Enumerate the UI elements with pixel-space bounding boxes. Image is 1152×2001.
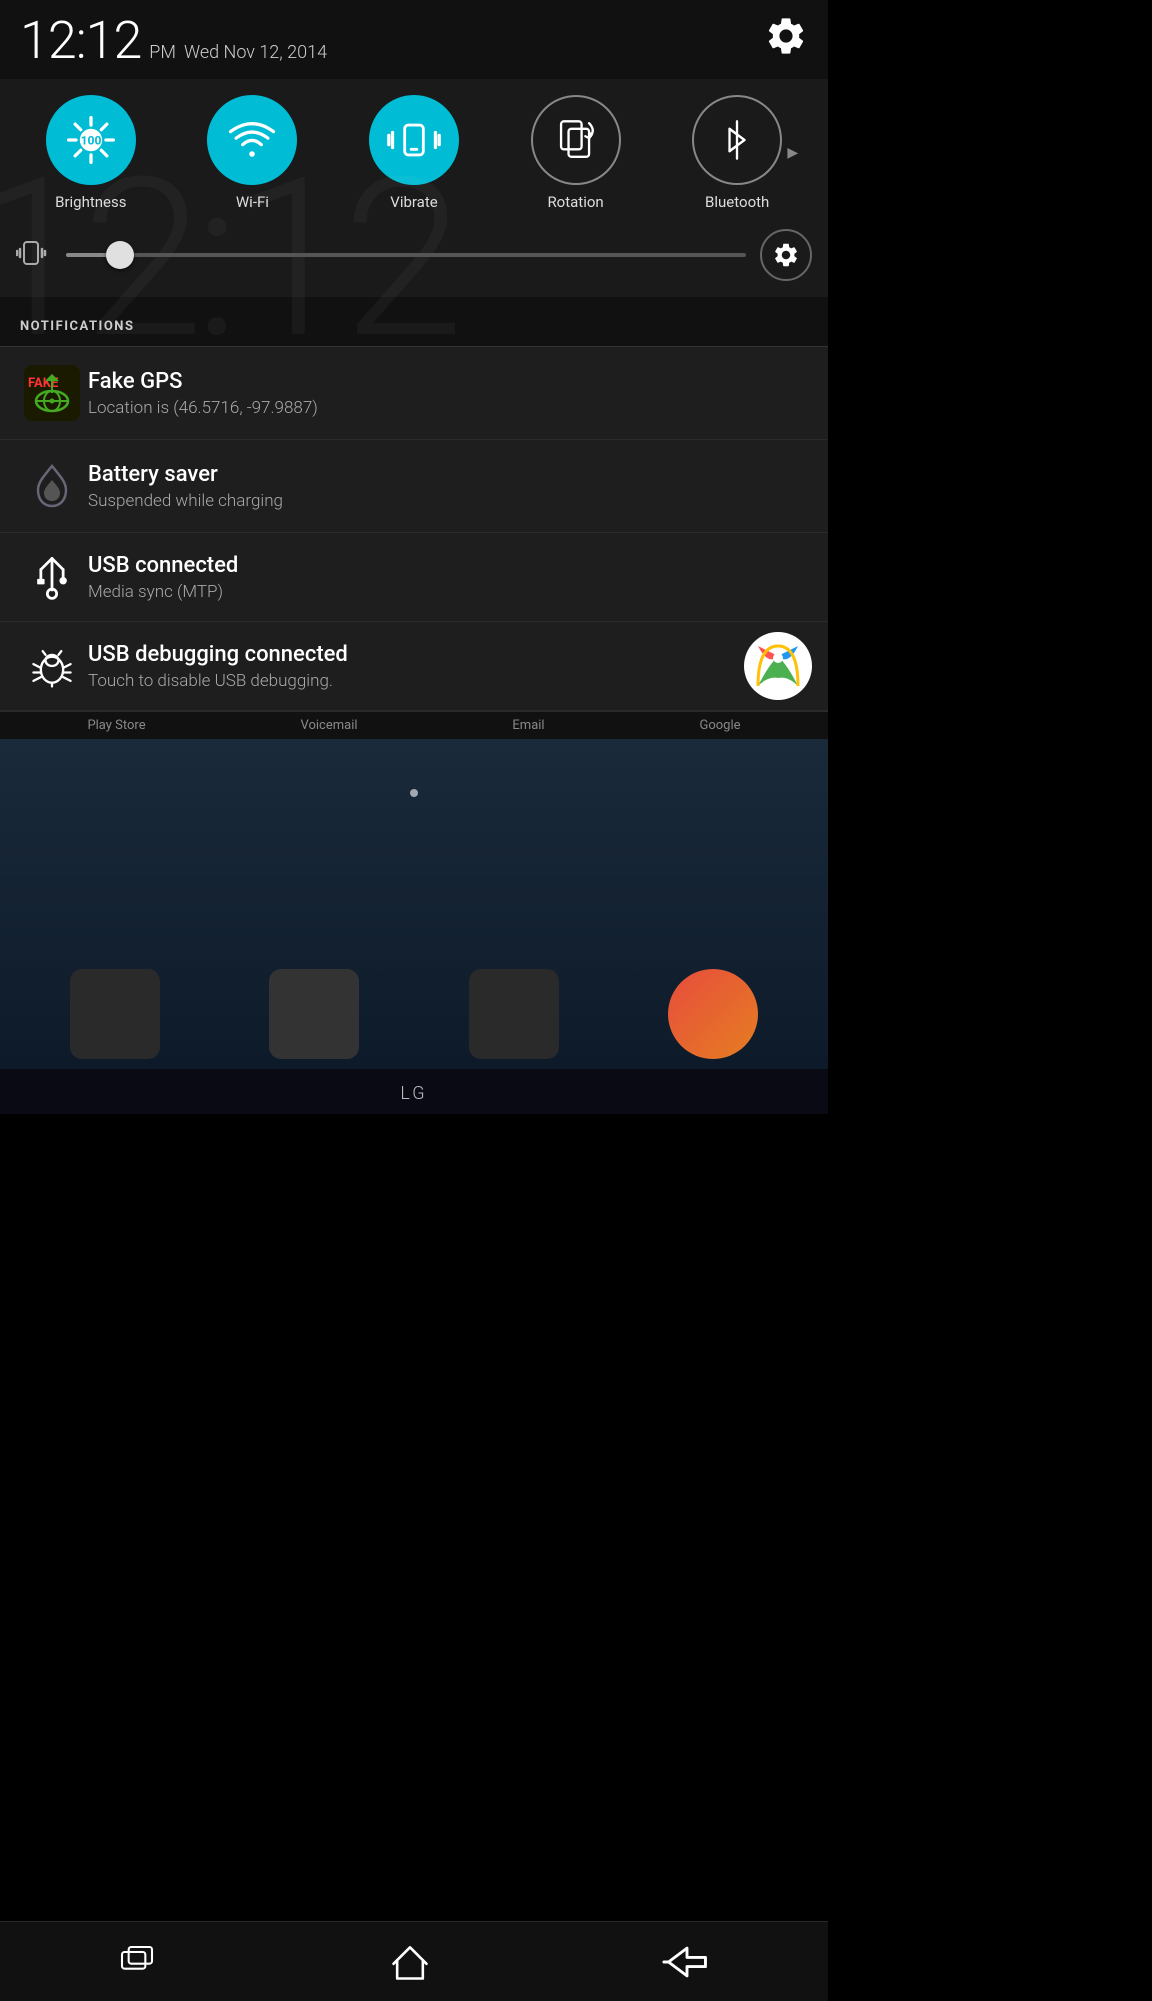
rotation-toggle[interactable]: Rotation <box>531 95 621 211</box>
usb-debug-subtitle: Touch to disable USB debugging. <box>88 671 812 691</box>
rotation-label: Rotation <box>547 193 603 211</box>
brightness-slider-row <box>0 219 828 297</box>
battery-saver-subtitle: Suspended while charging <box>88 491 812 511</box>
bottom-app-icons-row <box>0 969 828 1059</box>
lg-brand-section: LG <box>0 1069 828 1114</box>
fake-gps-subtitle: Location is (46.5716, -97.9887) <box>88 398 812 418</box>
slider-track <box>66 253 746 257</box>
brightness-toggle[interactable]: 100 Brightness <box>46 95 136 211</box>
wifi-label: Wi-Fi <box>236 193 269 211</box>
ampm-display: PM <box>149 42 176 63</box>
app-label-voicemail: Voicemail <box>300 718 357 733</box>
vibrate-toggle[interactable]: Vibrate <box>369 95 459 211</box>
usb-debug-icon-wrap <box>16 640 88 692</box>
battery-saver-icon-wrap <box>16 458 88 514</box>
quick-toggles-panel: 100 Brightness Wi-Fi <box>0 79 828 219</box>
svg-text:100: 100 <box>80 134 101 148</box>
time-display: 12:12 <box>20 10 141 71</box>
home-button[interactable] <box>354 1930 466 1994</box>
vibrate-circle[interactable] <box>369 95 459 185</box>
back-button[interactable] <box>627 1930 747 1994</box>
usb-connected-subtitle: Media sync (MTP) <box>88 582 812 602</box>
page-indicator <box>410 789 418 797</box>
usb-icon-wrap <box>16 551 88 603</box>
notification-usb-connected[interactable]: USB connected Media sync (MTP) <box>0 533 828 622</box>
settings-icon[interactable] <box>764 14 808 58</box>
vibrate-label: Vibrate <box>390 193 437 211</box>
app-icon-1[interactable] <box>70 969 160 1059</box>
nav-bar <box>0 1921 828 2001</box>
notification-list: FAKE Fake GPS Location is (46.5716, -97.… <box>0 347 828 711</box>
brightness-label: Brightness <box>55 193 126 211</box>
app-icon-google[interactable] <box>668 969 758 1059</box>
brightness-circle[interactable]: 100 <box>46 95 136 185</box>
brightness-slider[interactable] <box>66 253 746 257</box>
app-labels-row: Play Store Voicemail Email Google <box>0 711 828 739</box>
usb-connected-title: USB connected <box>88 553 812 578</box>
battery-saver-title: Battery saver <box>88 462 812 487</box>
lg-brand-text: LG <box>400 1073 427 1110</box>
app-label-email: Email <box>512 718 544 733</box>
app-icon-2[interactable] <box>269 969 359 1059</box>
notification-fake-gps[interactable]: FAKE Fake GPS Location is (46.5716, -97.… <box>0 347 828 440</box>
app-label-playstore: Play Store <box>87 718 145 733</box>
app-icon-3[interactable] <box>469 969 559 1059</box>
notifications-title: NOTIFICATIONS <box>20 319 134 334</box>
notification-battery-saver[interactable]: Battery saver Suspended while charging <box>0 440 828 533</box>
usb-debug-title: USB debugging connected <box>88 642 812 667</box>
recent-apps-button[interactable] <box>81 1932 193 1992</box>
rotation-circle[interactable] <box>531 95 621 185</box>
bluetooth-circle[interactable] <box>692 95 782 185</box>
homescreen-area <box>0 739 828 1069</box>
app-label-google: Google <box>699 718 740 733</box>
notification-usb-debug[interactable]: USB debugging connected Touch to disable… <box>0 622 828 711</box>
google-maps-icon <box>744 632 812 700</box>
brightness-settings-button[interactable] <box>760 229 812 281</box>
date-display: Wed Nov 12, 2014 <box>184 42 327 63</box>
vibrate-phone-icon <box>16 237 52 273</box>
slider-thumb[interactable] <box>106 241 134 269</box>
usb-connected-text: USB connected Media sync (MTP) <box>88 553 812 602</box>
fake-gps-title: Fake GPS <box>88 369 812 394</box>
battery-saver-text: Battery saver Suspended while charging <box>88 462 812 511</box>
usb-debug-text: USB debugging connected Touch to disable… <box>88 642 812 691</box>
fake-gps-icon-wrap: FAKE <box>16 365 88 421</box>
time-block: 12:12 PM Wed Nov 12, 2014 <box>20 10 327 71</box>
wifi-circle[interactable] <box>207 95 297 185</box>
status-bar: 12:12 PM Wed Nov 12, 2014 <box>0 0 828 79</box>
bluetooth-label: Bluetooth <box>705 193 769 211</box>
fake-gps-text: Fake GPS Location is (46.5716, -97.9887) <box>88 369 812 418</box>
bluetooth-toggle[interactable]: Bluetooth <box>692 95 782 211</box>
wifi-toggle[interactable]: Wi-Fi <box>207 95 297 211</box>
notifications-header: NOTIFICATIONS <box>0 297 828 347</box>
